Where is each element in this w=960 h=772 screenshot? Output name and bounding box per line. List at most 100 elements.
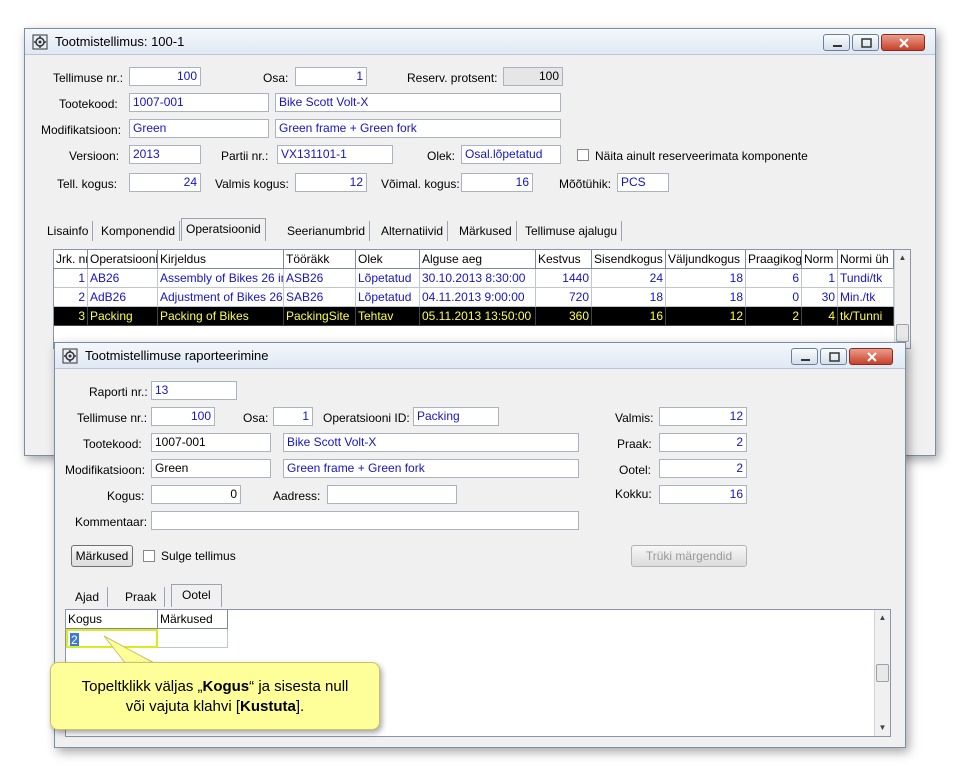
col-operatsiooni[interactable]: Operatsiooni	[88, 250, 158, 269]
scroll-up-icon[interactable]: ▲	[895, 250, 910, 266]
col-olek[interactable]: Olek	[356, 250, 420, 269]
tellimuse-nr-label: Tellimuse nr.:	[53, 71, 124, 85]
markused-button[interactable]: Märkused	[71, 545, 133, 567]
close-button[interactable]	[849, 348, 893, 365]
tab-praak[interactable]: Praak	[117, 587, 166, 607]
olek-input[interactable]: Osal.lõpetatud	[461, 145, 561, 164]
versioon-input[interactable]: 2013	[129, 145, 201, 164]
valmis-input[interactable]: 12	[659, 407, 747, 426]
tellimuse-nr-input[interactable]: 100	[151, 407, 215, 426]
cell-kirjeldus: Packing of Bikes	[158, 307, 284, 326]
cell-norm: 30	[802, 288, 838, 307]
tab-markused[interactable]: Märkused	[455, 221, 517, 241]
osa-input[interactable]: 1	[295, 67, 367, 86]
scroll-down-icon[interactable]: ▼	[875, 720, 890, 736]
tootekood-description[interactable]: Bike Scott Volt-X	[283, 433, 579, 452]
table-row[interactable]: 2 AdB26 Adjustment of Bikes 26 SAB26 Lõp…	[54, 288, 894, 307]
cell-toorakk: SAB26	[284, 288, 356, 307]
scroll-thumb[interactable]	[896, 324, 909, 342]
table-row[interactable]: 1 AB26 Assembly of Bikes 26 in ASB26 Lõp…	[54, 269, 894, 288]
cell-kestvus: 720	[536, 288, 592, 307]
tootekood-input[interactable]: 1007-001	[151, 433, 271, 452]
tab-tellimuse-ajalugu[interactable]: Tellimuse ajalugu	[521, 221, 623, 241]
close-button[interactable]	[881, 34, 925, 51]
report-title-bar[interactable]: Tootmistellimuse raporteerimine	[55, 343, 905, 369]
tab-ootel[interactable]: Ootel	[171, 584, 222, 607]
tab-operatsioonid[interactable]: Operatsioonid	[181, 218, 266, 241]
scroll-up-icon[interactable]: ▲	[875, 610, 890, 626]
cell-valjundkogus: 12	[666, 307, 746, 326]
col-jrk[interactable]: Jrk. nr	[54, 250, 88, 269]
modifikatsioon-description[interactable]: Green frame + Green fork	[275, 119, 561, 138]
cell-jrk: 2	[54, 288, 88, 307]
tell-kogus-input[interactable]: 24	[129, 173, 201, 192]
praak-input[interactable]: 2	[659, 433, 747, 452]
col-markused[interactable]: Märkused	[158, 610, 228, 629]
naita-reserveerimata-checkbox[interactable]	[577, 149, 589, 161]
col-kogus[interactable]: Kogus	[66, 610, 158, 629]
col-sisendkogus[interactable]: Sisendkogus	[592, 250, 666, 269]
modifikatsioon-label: Modifikatsioon:	[65, 463, 146, 477]
operations-scrollbar[interactable]: ▲	[894, 250, 910, 348]
mootuhik-input[interactable]: PCS	[617, 173, 669, 192]
cell-sisendkogus: 16	[592, 307, 666, 326]
tab-komponendid[interactable]: Komponendid	[97, 221, 181, 241]
cell-operatsiooni: Packing	[88, 307, 158, 326]
osa-label: Osa:	[263, 71, 289, 85]
col-valjundkogus[interactable]: Väljundkogus	[666, 250, 746, 269]
col-praagikog[interactable]: Praagikog	[746, 250, 802, 269]
partii-input[interactable]: VX131101-1	[277, 145, 393, 164]
cell-olek: Lõpetatud	[356, 269, 420, 288]
ootel-input[interactable]: 2	[659, 459, 747, 478]
osa-input[interactable]: 1	[273, 407, 313, 426]
reserv-input[interactable]: 100	[503, 67, 563, 86]
main-title-bar[interactable]: Tootmistellimus: 100-1	[25, 29, 935, 55]
operatsiooni-id-input[interactable]: Packing	[413, 407, 499, 426]
modifikatsioon-description[interactable]: Green frame + Green fork	[283, 459, 579, 478]
col-kirjeldus[interactable]: Kirjeldus	[158, 250, 284, 269]
sulge-tellimus-checkbox[interactable]	[143, 550, 155, 562]
minimize-icon	[801, 359, 810, 361]
maximize-button[interactable]	[820, 348, 847, 365]
tab-alternatiivid[interactable]: Alternatiivid	[377, 221, 449, 241]
operations-grid[interactable]: Jrk. nr Operatsiooni Kirjeldus Tööräkk O…	[53, 249, 911, 349]
col-toorakk[interactable]: Tööräkk	[284, 250, 356, 269]
modifikatsioon-label: Modifikatsioon:	[41, 123, 122, 137]
partii-label: Partii nr.:	[221, 149, 269, 163]
table-row-selected[interactable]: 3 Packing Packing of Bikes PackingSite T…	[54, 307, 894, 326]
reserv-label: Reserv. protsent:	[407, 71, 498, 85]
tab-seerianumbrid[interactable]: Seerianumbrid	[283, 221, 371, 241]
main-tabs: Lisainfo Komponendid Operatsioonid Seeri…	[43, 218, 623, 241]
aadress-input[interactable]	[327, 485, 457, 504]
ootel-scrollbar[interactable]: ▲ ▼	[874, 610, 890, 736]
cell-toorakk: PackingSite	[284, 307, 356, 326]
tellimuse-nr-input[interactable]: 100	[129, 67, 201, 86]
voimal-kogus-input[interactable]: 16	[461, 173, 533, 192]
report-tabs: Ajad Praak Ootel	[65, 584, 245, 607]
col-normi-uh[interactable]: Normi üh	[838, 250, 894, 269]
col-alguse-aeg[interactable]: Alguse aeg	[420, 250, 536, 269]
scroll-thumb[interactable]	[876, 664, 889, 682]
col-norm[interactable]: Norm	[802, 250, 838, 269]
cell-sisendkogus: 18	[592, 288, 666, 307]
maximize-button[interactable]	[852, 34, 879, 51]
kogus-input[interactable]: 0	[151, 485, 241, 504]
truki-margendid-button[interactable]: Trüki märgendid	[631, 545, 747, 567]
maximize-icon	[829, 352, 840, 362]
cell-kestvus: 360	[536, 307, 592, 326]
col-kestvus[interactable]: Kestvus	[536, 250, 592, 269]
minimize-button[interactable]	[791, 348, 818, 365]
tab-ajad[interactable]: Ajad	[67, 587, 109, 607]
tab-lisainfo[interactable]: Lisainfo	[43, 221, 94, 241]
tootekood-label: Tootekood:	[83, 437, 142, 451]
tootekood-description[interactable]: Bike Scott Volt-X	[275, 93, 561, 112]
kommentaar-label: Kommentaar:	[75, 515, 148, 529]
kommentaar-input[interactable]	[151, 511, 579, 530]
raporti-nr-input[interactable]: 13	[151, 381, 237, 400]
modifikatsioon-input[interactable]: Green	[151, 459, 271, 478]
tootekood-input[interactable]: 1007-001	[129, 93, 269, 112]
modifikatsioon-input[interactable]: Green	[129, 119, 269, 138]
valmis-kogus-input[interactable]: 12	[295, 173, 367, 192]
minimize-button[interactable]	[823, 34, 850, 51]
kokku-input[interactable]: 16	[659, 485, 747, 504]
